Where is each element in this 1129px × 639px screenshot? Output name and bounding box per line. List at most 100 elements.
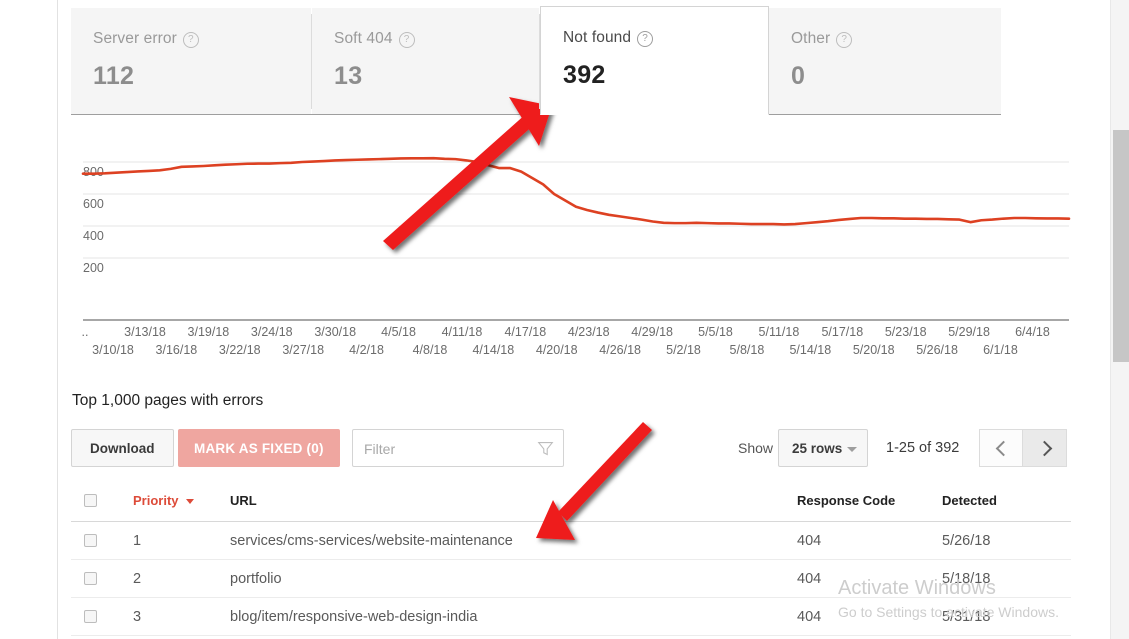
chart-x-tick-label: 3/16/18 (155, 343, 198, 357)
column-header-url[interactable]: URL (230, 479, 257, 521)
chart-x-tick-label: 4/5/18 (381, 325, 416, 339)
column-header-priority[interactable]: Priority (133, 479, 194, 521)
search-console-crawl-errors-page: Server error ? 112 Soft 404 ? 13 Not fou… (0, 0, 1129, 639)
chart-x-tick-label: 5/2/18 (666, 343, 701, 357)
pagination-range-label: 1-25 of 392 (886, 440, 960, 456)
tab-not-found-value: 392 (563, 61, 606, 89)
tab-not-found[interactable]: Not found ? 392 (540, 6, 769, 115)
tab-server-error[interactable]: Server error ? 112 (71, 8, 311, 115)
tab-soft-404-label: Soft 404 ? (334, 30, 539, 48)
next-page-button[interactable] (1023, 429, 1067, 467)
vertical-scrollbar-thumb[interactable] (1113, 130, 1129, 362)
help-icon[interactable]: ? (836, 32, 853, 48)
chart-x-tick-label: 5/23/18 (884, 325, 927, 339)
download-button[interactable]: Download (71, 429, 174, 467)
tab-not-found-label: Not found ? (563, 29, 768, 47)
select-all-checkbox-cell (84, 479, 97, 521)
row-checkbox-cell (84, 522, 97, 559)
cell-url[interactable]: services/cms-services/website-maintenanc… (230, 522, 513, 559)
chart-x-tick-label: 4/14/18 (472, 343, 515, 357)
errors-table: Priority URL Response Code Detected 1 ser… (71, 479, 1071, 636)
cell-priority: 1 (133, 532, 142, 549)
chart-y-tick-label: 600 (83, 197, 104, 211)
chart-x-tick-label: 4/20/18 (535, 343, 578, 357)
cell-url[interactable]: blog/item/responsive-web-design-india (230, 598, 477, 635)
funnel-icon[interactable] (537, 440, 554, 457)
tab-other-label: Other ? (791, 30, 1001, 48)
help-icon[interactable]: ? (182, 32, 199, 48)
chart-x-tick-label: 4/17/18 (504, 325, 547, 339)
select-all-checkbox[interactable] (84, 493, 97, 507)
page-title: Top 1,000 pages with errors (72, 392, 264, 409)
row-checkbox[interactable] (84, 610, 97, 623)
cell-priority: 3 (133, 608, 142, 625)
tabs-underline (71, 114, 1001, 115)
chart-x-tick-label: 3/24/18 (250, 325, 293, 339)
chart-x-axis: .. 3/13/18 3/19/18 3/24/18 3/30/18 4/5/18 4/11… (71, 325, 1076, 365)
chart-x-tick-label: 3/10/18 (92, 343, 134, 357)
chart-x-tick-label: 5/20/18 (852, 343, 895, 357)
main-content: Server error ? 112 Soft 404 ? 13 Not fou… (58, 0, 1110, 639)
chart-x-tick-label: 5/5/18 (698, 325, 733, 339)
column-header-response-code[interactable]: Response Code (797, 479, 895, 521)
show-rows-label: Show (738, 440, 774, 456)
filter-field-wrapper[interactable] (352, 429, 564, 468)
chart-y-tick-label: 400 (83, 229, 104, 243)
chart-x-tick-label: 3/27/18 (282, 343, 325, 357)
chart-y-tick-label: 200 (83, 261, 104, 275)
chevron-down-icon (847, 447, 857, 452)
tab-soft-404[interactable]: Soft 404 ? 13 (312, 8, 539, 115)
tab-other[interactable]: Other ? 0 (769, 8, 1001, 115)
chart-x-tick-label: 6/1/18 (983, 343, 1018, 357)
tab-server-error-label: Server error ? (93, 30, 311, 48)
chart-x-tick-label: 4/11/18 (441, 325, 483, 339)
row-checkbox[interactable] (84, 572, 97, 585)
chart-x-tick-label: 4/29/18 (631, 325, 673, 339)
chart-x-tick-label: 3/13/18 (124, 325, 166, 339)
cell-detected: 5/31/18 (942, 608, 991, 625)
help-icon[interactable]: ? (398, 32, 415, 48)
cell-priority: 2 (133, 570, 142, 587)
row-checkbox[interactable] (84, 534, 97, 547)
chart-x-tick-label: 5/26/18 (916, 343, 958, 357)
cell-detected: 5/26/18 (942, 532, 991, 549)
rows-per-page-value: 25 rows (792, 441, 843, 456)
help-icon[interactable]: ? (637, 31, 654, 47)
tab-soft-404-value: 13 (334, 62, 363, 90)
chart-x-tick-label: 5/14/18 (789, 343, 832, 357)
rows-per-page-select[interactable]: 25 rows (778, 429, 868, 467)
mark-as-fixed-button[interactable]: MARK AS FIXED (0) (178, 429, 340, 467)
row-checkbox-cell (84, 598, 97, 635)
error-type-tabs: Server error ? 112 Soft 404 ? 13 Not fou… (71, 6, 1001, 115)
errors-over-time-chart: 200 400 600 800 (71, 138, 1071, 338)
chart-x-tick-label: 5/11/18 (758, 325, 800, 339)
sort-descending-icon (185, 498, 194, 504)
table-toolbar: Download MARK AS FIXED (0) Show 25 rows … (71, 429, 1071, 468)
previous-page-button[interactable] (979, 429, 1023, 467)
cell-response-code: 404 (797, 570, 822, 587)
chart-x-tick-label: 6/4/18 (1015, 325, 1050, 339)
table-row[interactable]: 3 blog/item/responsive-web-design-india 40… (71, 598, 1071, 636)
table-header-row: Priority URL Response Code Detected (71, 479, 1071, 522)
chart-x-tick-label: 3/30/18 (314, 325, 357, 339)
chart-y-tick-label: 800 (83, 165, 104, 179)
cell-detected: 5/18/18 (942, 570, 991, 587)
vertical-scrollbar-track[interactable] (1110, 0, 1129, 639)
chart-x-tick-label: 5/17/18 (821, 325, 864, 339)
table-body: 1 services/cms-services/website-maintenan… (71, 522, 1071, 636)
chevron-right-icon (1036, 440, 1052, 457)
table-row[interactable]: 1 services/cms-services/website-maintenan… (71, 522, 1071, 560)
row-checkbox-cell (84, 560, 97, 597)
cell-url[interactable]: portfolio (230, 560, 282, 597)
chart-x-tick-label: .. (81, 325, 89, 339)
filter-input[interactable] (362, 430, 531, 468)
chevron-left-icon (995, 440, 1012, 457)
left-gutter (0, 0, 57, 639)
cell-response-code: 404 (797, 532, 822, 549)
cell-response-code: 404 (797, 608, 822, 625)
table-row[interactable]: 2 portfolio 404 5/18/18 (71, 560, 1071, 598)
chart-x-tick-label: 5/8/18 (729, 343, 765, 357)
column-header-detected[interactable]: Detected (942, 479, 997, 521)
chart-x-tick-label: 5/29/18 (948, 325, 990, 339)
chart-x-tick-label: 3/22/18 (218, 343, 261, 357)
